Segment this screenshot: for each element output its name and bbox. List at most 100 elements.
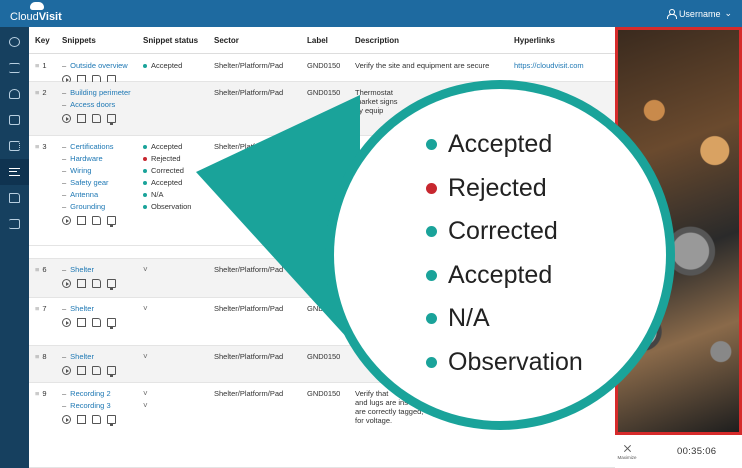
zoom-status-text: N/A xyxy=(448,304,490,333)
drag-handle-icon[interactable]: ≡ xyxy=(35,142,39,151)
username-label: Username xyxy=(678,8,721,19)
square-icon[interactable] xyxy=(77,318,86,327)
header-status[interactable]: Snippet status xyxy=(143,36,198,45)
sidebar xyxy=(0,27,29,468)
square-icon[interactable] xyxy=(77,366,86,375)
sector-value: Shelter/Platform/Pad xyxy=(214,142,284,151)
screen-icon[interactable] xyxy=(107,318,116,329)
square-icon[interactable] xyxy=(77,216,86,225)
edit-icon[interactable] xyxy=(0,133,29,159)
screen-icon[interactable] xyxy=(107,366,116,377)
list-icon[interactable] xyxy=(0,159,29,185)
label-value: GND0150 xyxy=(307,352,341,361)
snippet-link[interactable]: Outside overview xyxy=(70,61,128,70)
snippet-link[interactable]: Shelter xyxy=(70,304,94,313)
cloudvisit-logo[interactable]: CloudVisit xyxy=(10,1,62,23)
maximize-button[interactable]: Maximize xyxy=(615,444,639,460)
hyperlink[interactable]: https://cloudvisit.com xyxy=(514,61,584,70)
header-key[interactable]: Key xyxy=(35,36,50,45)
snippet-item: – Certifications xyxy=(62,142,116,154)
drag-handle-icon[interactable]: ≡ xyxy=(35,389,39,398)
chevron-down-icon: ⌄ xyxy=(724,8,732,18)
screen-icon[interactable] xyxy=(107,279,116,290)
header-description[interactable]: Description xyxy=(355,36,495,45)
snippet-actions xyxy=(62,114,131,125)
status-item: Accepted xyxy=(143,178,191,190)
status-item: Rejected xyxy=(143,154,191,166)
dash-icon: – xyxy=(62,401,67,410)
snippet-list: – Shelter xyxy=(62,304,116,329)
play-icon[interactable] xyxy=(62,366,71,375)
table-row[interactable]: ≡ 1 – Outside overview Accepted Shelter/Platf… xyxy=(29,55,615,86)
zoom-status-text: Accepted xyxy=(448,260,553,289)
play-icon[interactable] xyxy=(62,415,71,424)
dash-icon: – xyxy=(62,88,67,97)
document-icon[interactable] xyxy=(92,114,101,123)
folder-icon[interactable] xyxy=(0,185,29,211)
drag-handle-icon[interactable]: ≡ xyxy=(35,88,39,97)
screen-icon[interactable] xyxy=(107,216,116,227)
snippet-link[interactable]: Recording 3 xyxy=(70,401,110,410)
snippet-item: – Grounding xyxy=(62,202,116,214)
sector-value: Shelter/Platform/Pad xyxy=(214,352,284,361)
snippet-link[interactable]: Hardware xyxy=(70,154,103,163)
header-label[interactable]: Label xyxy=(307,36,328,45)
document-icon[interactable] xyxy=(92,279,101,288)
document-icon[interactable] xyxy=(92,366,101,375)
chat-icon[interactable] xyxy=(0,107,29,133)
row-key: ≡ 1 xyxy=(35,61,47,70)
snippet-link[interactable]: Shelter xyxy=(70,352,94,361)
user-icon[interactable] xyxy=(0,81,29,107)
snippet-link[interactable]: Grounding xyxy=(70,202,105,211)
snippet-link[interactable]: Building perimeter xyxy=(70,88,130,97)
square-icon[interactable] xyxy=(77,279,86,288)
drag-handle-icon[interactable]: ≡ xyxy=(35,61,39,70)
square-icon[interactable] xyxy=(77,415,86,424)
drag-handle-icon[interactable]: ≡ xyxy=(35,352,39,361)
snippet-link[interactable]: Safety gear xyxy=(70,178,108,187)
dash-icon: – xyxy=(62,61,67,70)
document-icon[interactable] xyxy=(92,415,101,424)
status-dropdown-chevron-icon[interactable]: ˅ xyxy=(143,352,148,364)
play-icon[interactable] xyxy=(62,318,71,327)
status-dropdown-chevron-icon[interactable]: ˅ xyxy=(143,265,148,277)
row-key-value: 3 xyxy=(42,142,47,151)
snippet-link[interactable]: Antenna xyxy=(70,190,98,199)
snippet-link[interactable]: Shelter xyxy=(70,265,94,274)
status-dot-icon xyxy=(426,269,437,281)
snippet-link[interactable]: Wiring xyxy=(70,166,91,175)
drag-handle-icon[interactable]: ≡ xyxy=(35,304,39,313)
header-snippets[interactable]: Snippets xyxy=(62,36,96,45)
status-text: Accepted xyxy=(151,178,183,187)
status-dropdown-chevron-icon[interactable]: ˅ xyxy=(143,401,148,413)
status-dropdown-chevron-icon[interactable]: ˅ xyxy=(143,389,148,401)
play-icon[interactable] xyxy=(62,114,71,123)
snippet-link[interactable]: Certifications xyxy=(70,142,113,151)
status-list: Accepted xyxy=(143,61,182,73)
user-menu[interactable]: Username ⌄ xyxy=(666,8,732,19)
header-sector[interactable]: Sector xyxy=(214,36,239,45)
zoom-status-item: Rejected xyxy=(426,167,583,211)
snippet-link[interactable]: Access doors xyxy=(70,100,115,109)
expand-icon xyxy=(623,444,632,453)
dash-icon: – xyxy=(62,100,67,109)
document-icon[interactable] xyxy=(92,318,101,327)
dash-icon: – xyxy=(62,352,67,361)
screen-icon[interactable] xyxy=(107,114,116,125)
screen-icon[interactable] xyxy=(107,415,116,426)
status-dropdown-chevron-icon[interactable]: ˅ xyxy=(143,304,148,316)
play-icon[interactable] xyxy=(62,216,71,225)
status-list: ˅ xyxy=(143,265,148,277)
dash-icon: – xyxy=(62,154,67,163)
logout-icon[interactable] xyxy=(0,211,29,237)
square-icon[interactable] xyxy=(77,114,86,123)
document-icon[interactable] xyxy=(92,216,101,225)
snippet-actions xyxy=(62,279,116,290)
header-hyperlinks[interactable]: Hyperlinks xyxy=(514,36,555,45)
drag-handle-icon[interactable]: ≡ xyxy=(35,265,39,274)
checklist-icon[interactable] xyxy=(0,55,29,81)
snippet-link[interactable]: Recording 2 xyxy=(70,389,110,398)
gear-icon[interactable] xyxy=(0,29,29,55)
status-text: Corrected xyxy=(151,166,184,175)
play-icon[interactable] xyxy=(62,279,71,288)
